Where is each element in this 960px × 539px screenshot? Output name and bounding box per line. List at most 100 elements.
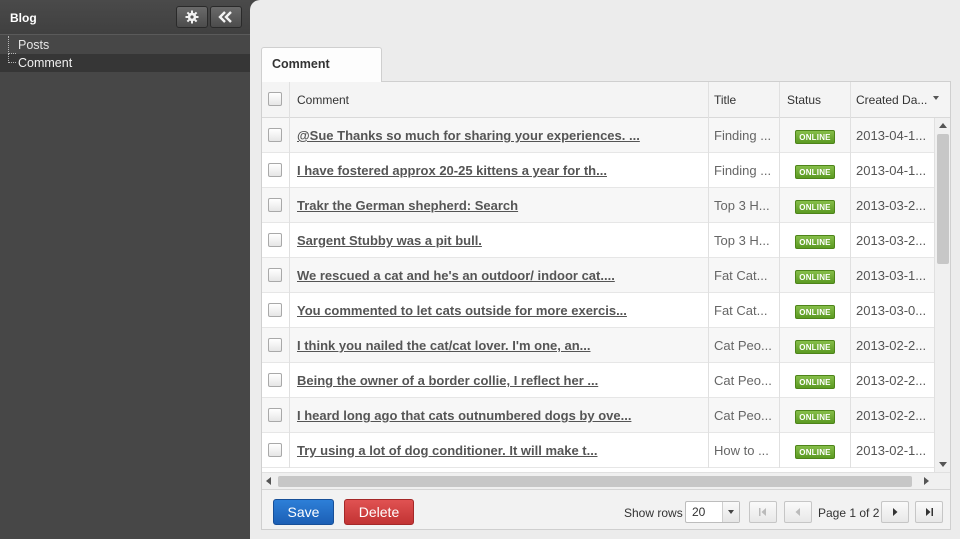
column-separator bbox=[289, 82, 290, 118]
column-separator bbox=[289, 258, 290, 293]
column-separator bbox=[708, 258, 709, 293]
column-separator bbox=[708, 328, 709, 363]
comment-link[interactable]: I think you nailed the cat/cat lover. I'… bbox=[297, 338, 591, 353]
table-row[interactable]: @Sue Thanks so much for sharing your exp… bbox=[262, 118, 934, 153]
comment-link[interactable]: @Sue Thanks so much for sharing your exp… bbox=[297, 128, 640, 143]
last-page-icon bbox=[926, 508, 933, 516]
sidebar-title: Blog bbox=[10, 11, 37, 25]
column-separator bbox=[289, 398, 290, 433]
select-dropdown-button[interactable] bbox=[722, 502, 739, 522]
select-all-checkbox[interactable] bbox=[268, 92, 282, 106]
column-separator bbox=[779, 188, 780, 223]
column-separator bbox=[289, 433, 290, 468]
table-row[interactable]: I heard long ago that cats outnumbered d… bbox=[262, 398, 934, 433]
status-badge: ONLINE bbox=[795, 200, 835, 214]
scroll-left-arrow-icon[interactable] bbox=[266, 477, 271, 485]
table-row[interactable]: Try using a lot of dog conditioner. It w… bbox=[262, 433, 934, 468]
comment-link[interactable]: You commented to let cats outside for mo… bbox=[297, 303, 627, 318]
table-row[interactable]: You commented to let cats outside for mo… bbox=[262, 293, 934, 328]
column-separator bbox=[850, 153, 851, 188]
settings-button[interactable] bbox=[176, 6, 208, 28]
column-separator bbox=[850, 363, 851, 398]
column-separator bbox=[779, 258, 780, 293]
created-date-cell: 2013-02-2... bbox=[856, 408, 927, 423]
column-separator bbox=[289, 118, 290, 153]
comment-link[interactable]: Try using a lot of dog conditioner. It w… bbox=[297, 443, 597, 458]
status-badge: ONLINE bbox=[795, 235, 835, 249]
scroll-down-arrow-icon[interactable] bbox=[939, 462, 947, 467]
tab-comment[interactable]: Comment bbox=[261, 47, 382, 82]
previous-page-button[interactable] bbox=[784, 501, 812, 523]
column-separator bbox=[779, 223, 780, 258]
sort-arrow-icon[interactable] bbox=[933, 96, 939, 100]
comment-link[interactable]: Sargent Stubby was a pit bull. bbox=[297, 233, 482, 248]
column-header-created-date[interactable]: Created Da... bbox=[856, 93, 927, 107]
created-date-cell: 2013-04-1... bbox=[856, 128, 927, 143]
column-separator bbox=[708, 188, 709, 223]
row-checkbox[interactable] bbox=[268, 373, 282, 387]
row-checkbox[interactable] bbox=[268, 198, 282, 212]
sidebar-item-posts[interactable]: Posts bbox=[0, 36, 250, 54]
comment-link[interactable]: I have fostered approx 20-25 kittens a y… bbox=[297, 163, 607, 178]
tree-connector bbox=[8, 36, 16, 54]
vertical-scroll-thumb[interactable] bbox=[937, 134, 949, 264]
column-separator bbox=[289, 153, 290, 188]
vertical-scrollbar[interactable] bbox=[934, 118, 950, 472]
column-separator bbox=[708, 398, 709, 433]
column-header-comment[interactable]: Comment bbox=[297, 93, 349, 107]
column-separator bbox=[850, 398, 851, 433]
row-checkbox[interactable] bbox=[268, 443, 282, 457]
row-checkbox[interactable] bbox=[268, 233, 282, 247]
table-row[interactable]: I have fostered approx 20-25 kittens a y… bbox=[262, 153, 934, 188]
column-separator bbox=[779, 433, 780, 468]
column-header-title[interactable]: Title bbox=[714, 93, 736, 107]
comment-link[interactable]: Being the owner of a border collie, I re… bbox=[297, 373, 598, 388]
row-checkbox[interactable] bbox=[268, 128, 282, 142]
status-badge: ONLINE bbox=[795, 410, 835, 424]
column-separator bbox=[289, 293, 290, 328]
column-separator bbox=[850, 328, 851, 363]
last-page-button[interactable] bbox=[915, 501, 943, 523]
column-separator bbox=[779, 363, 780, 398]
table-row[interactable]: Trakr the German shepherd: Search Top 3 H… bbox=[262, 188, 934, 223]
scroll-up-arrow-icon[interactable] bbox=[939, 123, 947, 128]
collapse-sidebar-button[interactable] bbox=[210, 6, 242, 28]
column-separator bbox=[850, 293, 851, 328]
scroll-right-arrow-icon[interactable] bbox=[924, 477, 929, 485]
grid-rows: @Sue Thanks so much for sharing your exp… bbox=[262, 118, 934, 472]
rows-per-page-select[interactable]: 20 bbox=[685, 501, 740, 523]
status-badge: ONLINE bbox=[795, 340, 835, 354]
title-cell: Finding ... bbox=[714, 128, 772, 143]
sidebar-item-label: Posts bbox=[18, 38, 50, 52]
table-row[interactable]: We rescued a cat and he's an outdoor/ in… bbox=[262, 258, 934, 293]
save-button[interactable]: Save bbox=[273, 499, 334, 525]
row-checkbox[interactable] bbox=[268, 303, 282, 317]
comment-link[interactable]: I heard long ago that cats outnumbered d… bbox=[297, 408, 631, 423]
row-checkbox[interactable] bbox=[268, 408, 282, 422]
column-separator bbox=[289, 363, 290, 398]
column-separator bbox=[850, 82, 851, 118]
chevron-down-icon bbox=[728, 510, 734, 514]
row-checkbox[interactable] bbox=[268, 268, 282, 282]
row-checkbox[interactable] bbox=[268, 338, 282, 352]
column-header-status[interactable]: Status bbox=[787, 93, 821, 107]
column-separator bbox=[708, 82, 709, 118]
title-cell: Cat Peo... bbox=[714, 338, 772, 353]
row-checkbox[interactable] bbox=[268, 163, 282, 177]
table-row[interactable]: Being the owner of a border collie, I re… bbox=[262, 363, 934, 398]
horizontal-scroll-thumb[interactable] bbox=[278, 476, 912, 487]
next-page-button[interactable] bbox=[881, 501, 909, 523]
first-page-button[interactable] bbox=[749, 501, 777, 523]
column-separator bbox=[850, 258, 851, 293]
table-row[interactable]: Sargent Stubby was a pit bull. Top 3 H...… bbox=[262, 223, 934, 258]
horizontal-scrollbar[interactable] bbox=[262, 472, 950, 489]
sidebar-item-comment[interactable]: Comment bbox=[0, 54, 250, 72]
comment-link[interactable]: We rescued a cat and he's an outdoor/ in… bbox=[297, 268, 615, 283]
delete-button[interactable]: Delete bbox=[344, 499, 414, 525]
double-chevron-left-icon bbox=[218, 11, 232, 23]
sidebar: Blog Posts Comment bbox=[0, 0, 250, 539]
page-indicator: Page 1 of 2 bbox=[818, 506, 880, 520]
status-badge: ONLINE bbox=[795, 130, 835, 144]
comment-link[interactable]: Trakr the German shepherd: Search bbox=[297, 198, 518, 213]
table-row[interactable]: I think you nailed the cat/cat lover. I'… bbox=[262, 328, 934, 363]
